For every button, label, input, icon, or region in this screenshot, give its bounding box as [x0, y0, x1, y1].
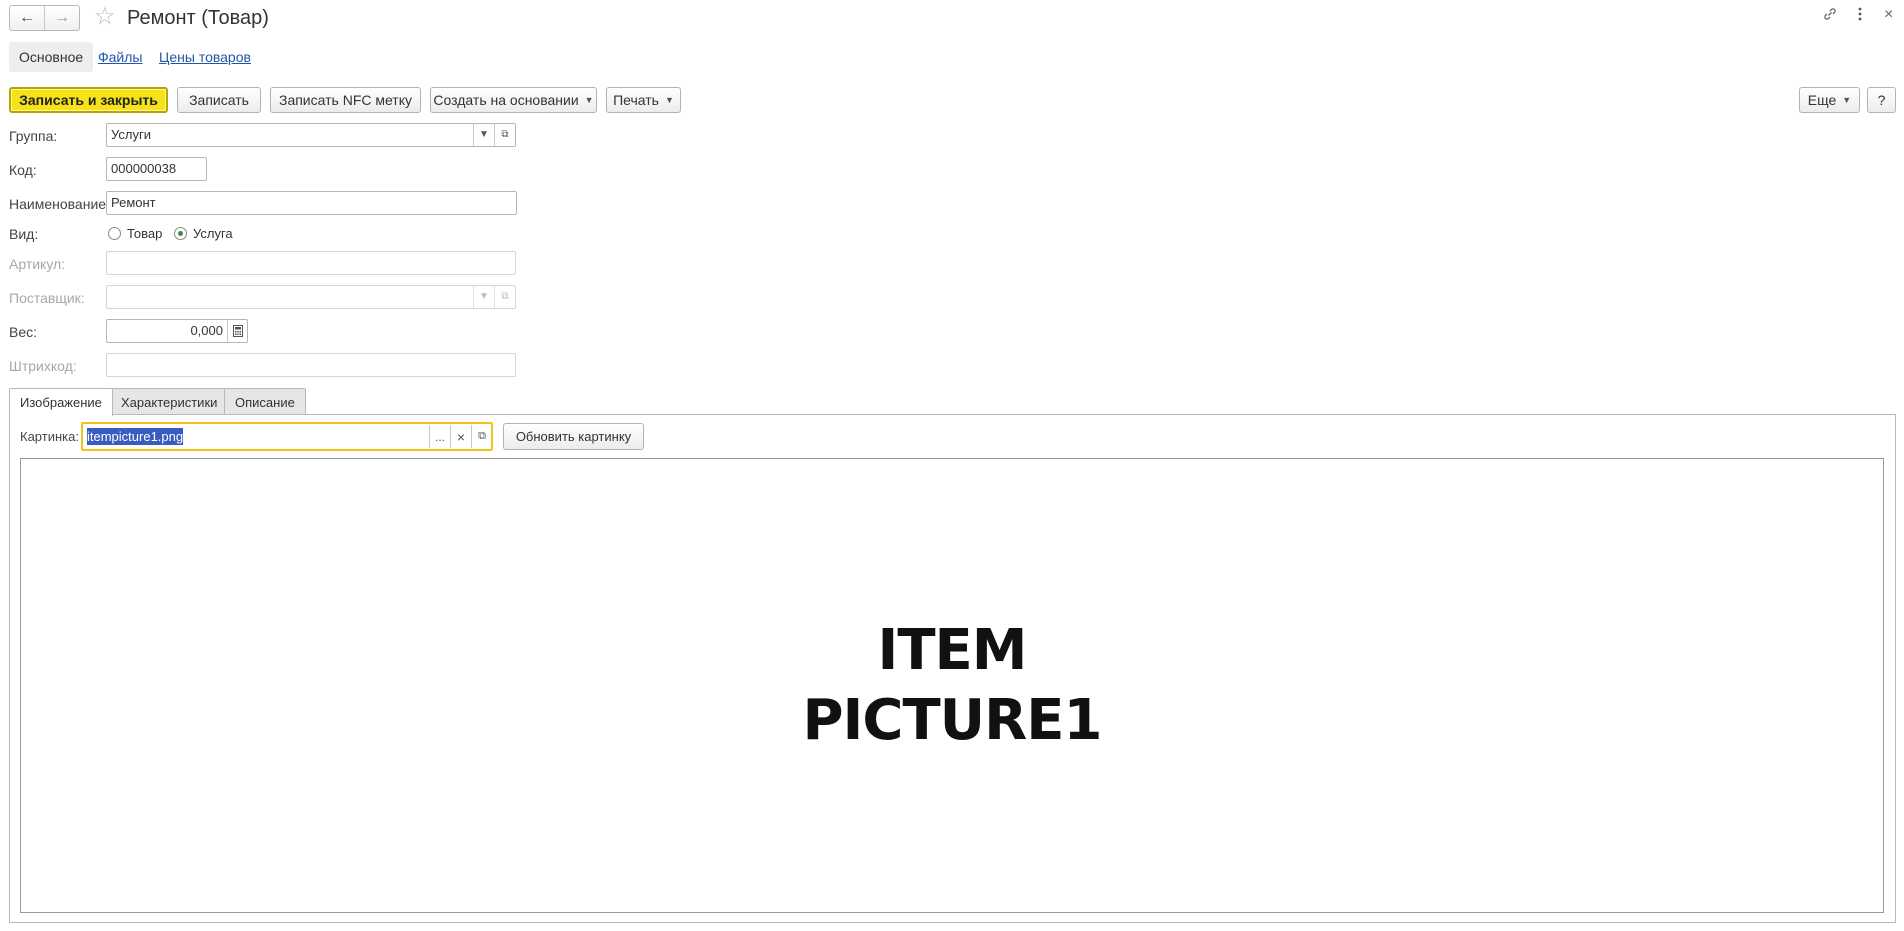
tab-description[interactable]: Описание: [224, 388, 306, 415]
group-value: Услуги: [111, 127, 151, 142]
open-icon[interactable]: ⧉: [471, 425, 492, 448]
more-label: Еще: [1807, 92, 1837, 108]
picture-value[interactable]: itempicture1.png: [87, 428, 184, 445]
chevron-down-icon: ▼: [664, 95, 674, 105]
arrow-left-icon: ←: [19, 9, 35, 26]
chevron-down-icon[interactable]: ▼: [473, 286, 494, 308]
supplier-field[interactable]: ▼ ⧉: [106, 285, 516, 309]
article-label: Артикул:: [9, 256, 66, 272]
picture-image: ITEM PICTURE1: [802, 616, 1103, 756]
weight-field[interactable]: 0,000: [106, 319, 248, 343]
supplier-label: Поставщик:: [9, 290, 85, 306]
open-icon[interactable]: ⧉: [494, 124, 515, 146]
history-nav: ← →: [9, 5, 80, 31]
radio-tovar[interactable]: [108, 227, 121, 240]
section-prices[interactable]: Цены товаров: [159, 42, 251, 72]
link-icon[interactable]: [1822, 6, 1838, 28]
favorite-star-icon[interactable]: ☆: [94, 3, 116, 31]
radio-usluga[interactable]: [174, 227, 187, 240]
print-label: Печать: [613, 92, 659, 108]
picture-text-line2: PICTURE1: [802, 687, 1103, 753]
close-icon[interactable]: ×: [1884, 5, 1893, 25]
name-field[interactable]: Ремонт: [106, 191, 517, 215]
tab-characteristics[interactable]: Характеристики: [110, 388, 229, 415]
back-button[interactable]: ←: [10, 6, 44, 30]
more-vertical-icon[interactable]: [1857, 6, 1863, 28]
chevron-down-icon: ▼: [1842, 95, 1852, 105]
group-field[interactable]: Услуги ▼ ⧉: [106, 123, 516, 147]
kind-label: Вид:: [9, 226, 39, 242]
name-label: Наименование:: [9, 196, 110, 212]
save-nfc-button[interactable]: Записать NFC метку: [270, 87, 421, 113]
save-button[interactable]: Записать: [177, 87, 261, 113]
picture-preview[interactable]: ITEM PICTURE1: [20, 458, 1884, 913]
section-files[interactable]: Файлы: [98, 42, 142, 72]
help-button[interactable]: ?: [1867, 87, 1896, 113]
chevron-down-icon[interactable]: ▼: [473, 124, 494, 146]
create-based-on-label: Создать на основании: [433, 92, 579, 108]
clear-picture-button[interactable]: ×: [450, 425, 471, 448]
print-button[interactable]: Печать ▼: [606, 87, 681, 113]
picture-field[interactable]: itempicture1.png ... × ⧉: [81, 422, 493, 451]
calculator-icon[interactable]: [227, 320, 248, 342]
code-field[interactable]: 000000038: [106, 157, 207, 181]
weight-value: 0,000: [190, 323, 223, 338]
picture-text-line1: ITEM: [877, 617, 1027, 683]
radio-usluga-label: Услуга: [193, 226, 233, 241]
picture-label: Картинка:: [20, 429, 79, 444]
weight-label: Вес:: [9, 324, 38, 340]
create-based-on-button[interactable]: Создать на основании ▼: [430, 87, 597, 113]
section-main[interactable]: Основное: [9, 42, 94, 72]
radio-tovar-label: Товар: [127, 226, 163, 241]
arrow-right-icon: →: [54, 9, 70, 26]
select-picture-button[interactable]: ...: [429, 425, 450, 448]
tab-image[interactable]: Изображение: [9, 388, 113, 416]
article-field[interactable]: [106, 251, 516, 275]
group-label: Группа:: [9, 128, 58, 144]
barcode-label: Штрихкод:: [9, 358, 77, 374]
window-title: Ремонт (Товар): [127, 7, 269, 29]
more-button[interactable]: Еще ▼: [1799, 87, 1860, 113]
refresh-picture-button[interactable]: Обновить картинку: [503, 423, 644, 450]
chevron-down-icon: ▼: [584, 95, 594, 105]
code-label: Код:: [9, 162, 37, 178]
open-icon[interactable]: ⧉: [494, 286, 515, 308]
barcode-field[interactable]: [106, 353, 516, 377]
forward-button[interactable]: →: [44, 6, 79, 30]
save-and-close-button[interactable]: Записать и закрыть: [9, 87, 168, 113]
